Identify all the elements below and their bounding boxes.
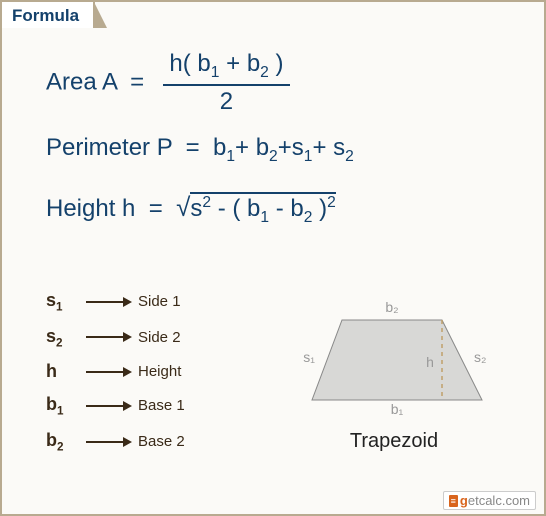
sqrt-icon: √ [176, 192, 190, 222]
perimeter-rhs: b1+ b2+s1+ s2 [213, 134, 354, 161]
brand-g: g [460, 493, 468, 508]
legend-symbol: s2 [46, 326, 86, 350]
brand-tld: .com [502, 493, 530, 508]
legend-text: Side 1 [138, 293, 181, 310]
brand-icon: ≡ [449, 495, 458, 507]
arrow-icon [86, 367, 132, 377]
area-fraction: h( b1 + b2 ) 2 [163, 50, 289, 116]
arrow-icon [86, 332, 132, 342]
label-s1: s₁ [303, 349, 315, 365]
legend-text: Base 2 [138, 433, 185, 450]
height-label: Height h [46, 195, 135, 222]
label-s2: s₂ [474, 349, 486, 365]
formulas-block: Area A = h( b1 + b2 ) 2 Perimeter P = b1… [46, 50, 354, 252]
label-h: h [426, 354, 434, 370]
arrow-icon [86, 401, 132, 411]
legend-symbol: s1 [46, 290, 86, 314]
formula-card: Formula Area A = h( b1 + b2 ) 2 Perimete… [0, 0, 546, 516]
legend-row: h Height [46, 361, 185, 382]
legend-row: s1 Side 1 [46, 290, 185, 314]
label-b2: b₂ [385, 299, 398, 315]
area-label: Area A [46, 68, 117, 95]
area-numerator: h( b1 + b2 ) [163, 50, 289, 86]
arrow-icon [86, 297, 132, 307]
brand-badge: ≡getcalc.com [443, 491, 536, 510]
brand-name: etcalc [468, 493, 502, 508]
area-denominator: 2 [163, 86, 289, 116]
trapezoid-svg: b₂ b₁ s₁ s₂ h [292, 292, 497, 422]
legend-symbol: b2 [46, 430, 86, 454]
formula-perimeter: Perimeter P = b1+ b2+s1+ s2 [46, 134, 354, 166]
legend-block: s1 Side 1 s2 Side 2 h Height b1 Base 1 b2 Base 2 [46, 290, 185, 465]
label-b1: b₁ [390, 401, 403, 417]
height-rhs: s2 - ( b1 - b2 )2 [190, 192, 335, 222]
legend-row: b2 Base 2 [46, 430, 185, 454]
legend-symbol: b1 [46, 394, 86, 418]
arrow-icon [86, 437, 132, 447]
tab-formula: Formula [0, 0, 95, 28]
legend-text: Base 1 [138, 397, 185, 414]
legend-row: b1 Base 1 [46, 394, 185, 418]
trapezoid-figure: b₂ b₁ s₁ s₂ h Trapezoid [284, 292, 504, 453]
tab-label: Formula [12, 6, 79, 25]
perimeter-label: Perimeter P [46, 134, 172, 161]
legend-row: s2 Side 2 [46, 326, 185, 350]
legend-text: Height [138, 363, 181, 380]
legend-symbol: h [46, 361, 86, 382]
formula-height: Height h = √s2 - ( b1 - b2 )2 [46, 192, 354, 227]
legend-text: Side 2 [138, 329, 181, 346]
formula-area: Area A = h( b1 + b2 ) 2 [46, 50, 354, 116]
figure-caption: Trapezoid [284, 430, 504, 453]
